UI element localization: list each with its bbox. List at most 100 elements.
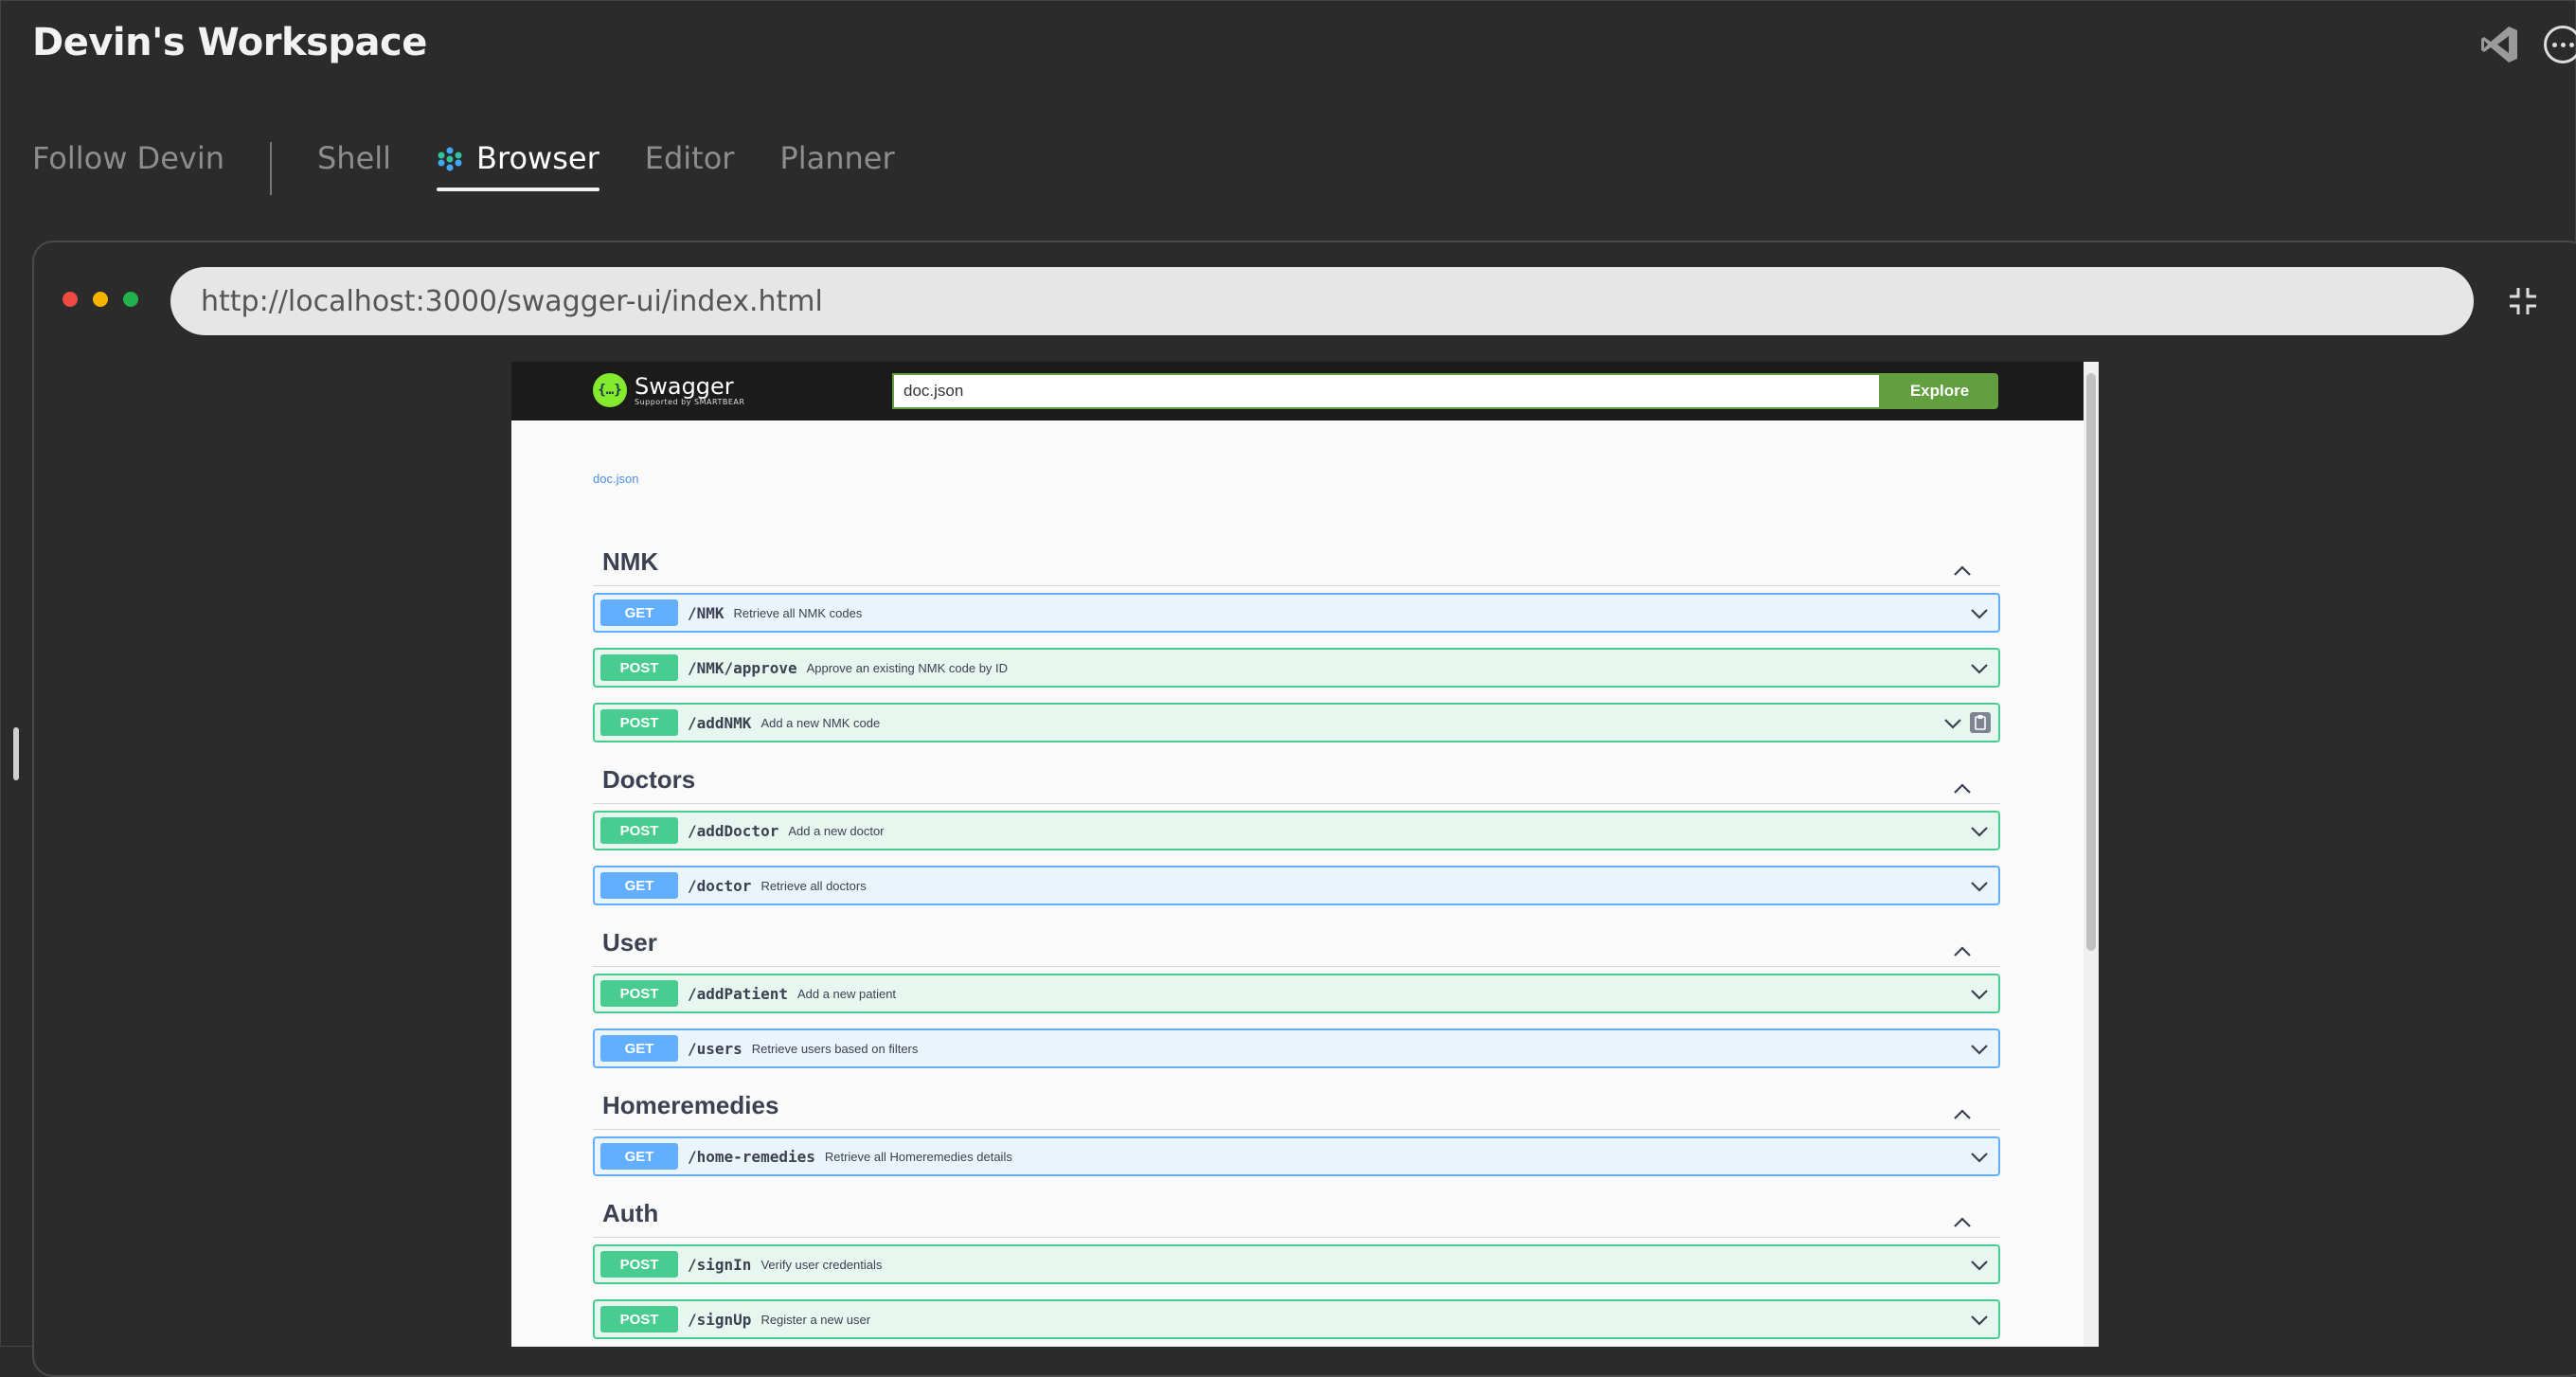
- operation-path: /NMK/approve: [688, 658, 797, 677]
- more-options-icon[interactable]: [2544, 26, 2576, 63]
- chevron-up-icon[interactable]: [1953, 936, 1972, 957]
- panel-resize-handle[interactable]: [13, 727, 19, 780]
- chevron-up-icon[interactable]: [1953, 773, 1972, 794]
- method-badge: POST: [600, 709, 678, 736]
- operation-path: /users: [688, 1039, 742, 1058]
- chevron-down-icon[interactable]: [1970, 825, 1989, 838]
- section-header-doctors[interactable]: Doctors: [593, 760, 2000, 804]
- top-right-icons: [2478, 23, 2576, 66]
- method-badge: GET: [600, 599, 678, 626]
- method-badge: POST: [600, 654, 678, 681]
- chevron-down-icon[interactable]: [1970, 1151, 1989, 1164]
- section-title: NMK: [602, 547, 659, 576]
- tab-label: Follow Devin: [32, 140, 224, 176]
- operation-path: /addPatient: [688, 984, 788, 1003]
- operation-row[interactable]: POST/signIn Verify user credentials: [593, 1244, 2000, 1284]
- operation-path: /home-remedies: [688, 1147, 815, 1166]
- operation-description: Add a new NMK code: [760, 715, 881, 730]
- copy-to-clipboard-icon[interactable]: [1970, 712, 1991, 733]
- chevron-down-icon[interactable]: [1943, 717, 1962, 730]
- swagger-logo[interactable]: {…} Swagger Supported by SMARTBEAR: [593, 373, 744, 407]
- section-header-homeremedies[interactable]: Homeremedies: [593, 1085, 2000, 1130]
- section-title: Auth: [602, 1199, 659, 1227]
- tab-shell[interactable]: Shell: [317, 140, 391, 191]
- operation-row[interactable]: POST/addNMK Add a new NMK code: [593, 703, 2000, 742]
- operation-description: Retrieve all doctors: [760, 878, 867, 893]
- tab-browser[interactable]: Browser: [437, 140, 599, 191]
- scrollbar-thumb[interactable]: [2086, 373, 2096, 951]
- operation-description: Add a new patient: [796, 986, 897, 1001]
- tab-editor[interactable]: Editor: [645, 140, 735, 191]
- operation-row[interactable]: POST/NMK/approve Approve an existing NMK …: [593, 648, 2000, 688]
- section-title: Doctors: [602, 765, 696, 794]
- explore-button[interactable]: Explore: [1881, 373, 1998, 409]
- operation-row[interactable]: POST/addPatient Add a new patient: [593, 974, 2000, 1013]
- swagger-url-input[interactable]: doc.json: [892, 373, 1881, 409]
- workspace-title: Devin's Workspace: [32, 21, 427, 64]
- close-dot[interactable]: [63, 292, 78, 307]
- scrollbar[interactable]: [2084, 362, 2099, 1347]
- chevron-up-icon[interactable]: [1953, 1207, 1972, 1227]
- method-badge: POST: [600, 1306, 678, 1332]
- operation-row[interactable]: GET/NMK Retrieve all NMK codes: [593, 593, 2000, 633]
- method-badge: GET: [600, 872, 678, 899]
- chevron-up-icon[interactable]: [1953, 555, 1972, 576]
- url-text: http://localhost:3000/swagger-ui/index.h…: [201, 284, 823, 318]
- vscode-icon[interactable]: [2478, 23, 2521, 66]
- collapse-icon[interactable]: [2506, 284, 2540, 318]
- doc-json-link[interactable]: doc.json: [593, 472, 638, 486]
- tab-follow-devin[interactable]: Follow Devin: [32, 140, 224, 191]
- tab-label: Editor: [644, 140, 735, 176]
- section-header-nmk[interactable]: NMK: [593, 542, 2000, 586]
- swagger-logo-icon: {…}: [593, 373, 627, 407]
- maximize-dot[interactable]: [123, 292, 138, 307]
- window-traffic-lights: [63, 292, 138, 307]
- operation-description: Retrieve users based on filters: [751, 1041, 919, 1056]
- chevron-down-icon[interactable]: [1970, 988, 1989, 1001]
- section-title: Homeremedies: [602, 1091, 779, 1119]
- method-badge: POST: [600, 980, 678, 1007]
- operation-row[interactable]: POST/signUp Register a new user: [593, 1299, 2000, 1339]
- chevron-down-icon[interactable]: [1970, 1043, 1989, 1056]
- tab-label: Shell: [316, 140, 392, 176]
- operation-row[interactable]: GET/users Retrieve users based on filters: [593, 1028, 2000, 1068]
- chevron-down-icon[interactable]: [1970, 880, 1989, 893]
- operation-description: Retrieve all NMK codes: [733, 605, 863, 620]
- method-badge: POST: [600, 1251, 678, 1278]
- tab-label: Planner: [779, 140, 895, 176]
- operation-row[interactable]: POST/addDoctor Add a new doctor: [593, 811, 2000, 850]
- chevron-down-icon[interactable]: [1970, 1259, 1989, 1272]
- section-title: User: [602, 928, 657, 957]
- minimize-dot[interactable]: [93, 292, 108, 307]
- section-header-auth[interactable]: Auth: [593, 1193, 2000, 1238]
- operation-description: Retrieve all Homeremedies details: [824, 1149, 1012, 1164]
- operation-path: /signIn: [688, 1255, 752, 1274]
- tab-planner[interactable]: Planner: [779, 140, 894, 191]
- operation-row[interactable]: GET/doctor Retrieve all doctors: [593, 866, 2000, 905]
- chevron-up-icon[interactable]: [1953, 1099, 1972, 1119]
- method-badge: GET: [600, 1035, 678, 1062]
- operation-path: /NMK: [688, 603, 724, 622]
- browser-tab-icon: [438, 147, 462, 171]
- operation-path: /signUp: [688, 1310, 752, 1329]
- chevron-down-icon[interactable]: [1970, 1314, 1989, 1327]
- swagger-topbar: {…} Swagger Supported by SMARTBEAR doc.j…: [511, 362, 2099, 420]
- operation-description: Add a new doctor: [788, 823, 885, 838]
- url-bar[interactable]: http://localhost:3000/swagger-ui/index.h…: [170, 267, 2474, 335]
- section-header-user[interactable]: User: [593, 922, 2000, 967]
- swagger-brand: Swagger: [635, 372, 734, 400]
- chevron-down-icon[interactable]: [1970, 607, 1989, 620]
- operation-path: /addNMK: [688, 713, 752, 732]
- swagger-brand-sub: Supported by SMARTBEAR: [635, 397, 745, 406]
- operation-row[interactable]: GET/home-remedies Retrieve all Homeremedi…: [593, 1136, 2000, 1176]
- operation-path: /doctor: [688, 876, 752, 895]
- method-badge: GET: [600, 1143, 678, 1170]
- operation-description: Approve an existing NMK code by ID: [806, 660, 1009, 675]
- tab-divider: [269, 142, 272, 195]
- operation-path: /addDoctor: [688, 821, 779, 840]
- operation-description: Register a new user: [760, 1312, 871, 1327]
- operation-description: Verify user credentials: [760, 1257, 883, 1272]
- chevron-down-icon[interactable]: [1970, 662, 1989, 675]
- method-badge: POST: [600, 817, 678, 844]
- browser-viewport: {…} Swagger Supported by SMARTBEAR doc.j…: [511, 362, 2099, 1347]
